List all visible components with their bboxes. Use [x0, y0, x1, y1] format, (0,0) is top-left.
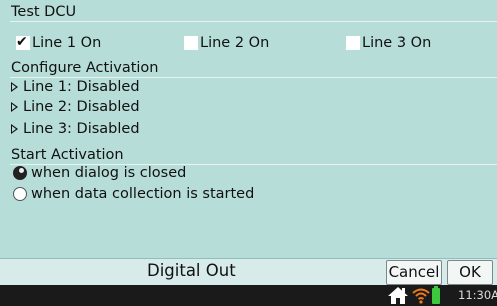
checkbox-label: Line 3 On	[362, 35, 432, 51]
divider	[10, 21, 497, 22]
start-activation-heading: Start Activation	[11, 147, 124, 163]
dialog-title: Digital Out	[147, 261, 236, 280]
checkbox[interactable]	[346, 36, 360, 50]
line-3-checkbox[interactable]: Line 3 On	[346, 33, 431, 53]
line-1-expander[interactable]: Line 1: Disabled	[11, 77, 140, 97]
ok-button[interactable]: OK	[447, 260, 493, 285]
checkbox[interactable]	[184, 36, 198, 50]
test-dcu-heading: Test DCU	[11, 4, 77, 20]
checkbox[interactable]: ✔	[16, 34, 30, 50]
expander-label: Line 2: Disabled	[23, 99, 140, 115]
wifi-icon	[412, 288, 430, 304]
cancel-button[interactable]: Cancel	[386, 260, 442, 285]
check-mark-icon: ✔	[16, 34, 28, 50]
expander-label: Line 3: Disabled	[23, 121, 140, 137]
dialog-footer: Digital Out Cancel OK	[0, 258, 497, 285]
digital-out-dialog: Test DCU ✔ Line 1 On Line 2 On Line 3 On…	[0, 0, 497, 306]
line-1-checkbox[interactable]: ✔ Line 1 On	[16, 33, 101, 53]
radio-label: when data collection is started	[31, 186, 255, 202]
radio-unselected-icon[interactable]	[13, 187, 27, 201]
expander-label: Line 1: Disabled	[23, 79, 140, 95]
battery-icon	[432, 286, 440, 304]
status-time: 11:30A	[458, 288, 497, 302]
status-bar: 11:30A	[0, 285, 497, 306]
checkbox-label: Line 1 On	[32, 35, 102, 51]
expand-triangle-icon	[11, 102, 18, 112]
line-2-checkbox[interactable]: Line 2 On	[184, 33, 269, 53]
home-icon[interactable]	[387, 286, 409, 305]
dialog-content: Test DCU ✔ Line 1 On Line 2 On Line 3 On…	[0, 0, 497, 258]
radio-label: when dialog is closed	[31, 165, 187, 181]
radio-when-data-collection-started[interactable]: when data collection is started	[13, 184, 254, 204]
radio-selected-icon[interactable]	[13, 166, 27, 180]
expand-triangle-icon	[11, 82, 18, 92]
radio-when-dialog-closed[interactable]: when dialog is closed	[13, 163, 186, 183]
expand-triangle-icon	[11, 124, 18, 134]
configure-activation-heading: Configure Activation	[11, 60, 159, 76]
checkbox-label: Line 2 On	[200, 35, 270, 51]
line-3-expander[interactable]: Line 3: Disabled	[11, 119, 140, 139]
line-2-expander[interactable]: Line 2: Disabled	[11, 97, 140, 117]
